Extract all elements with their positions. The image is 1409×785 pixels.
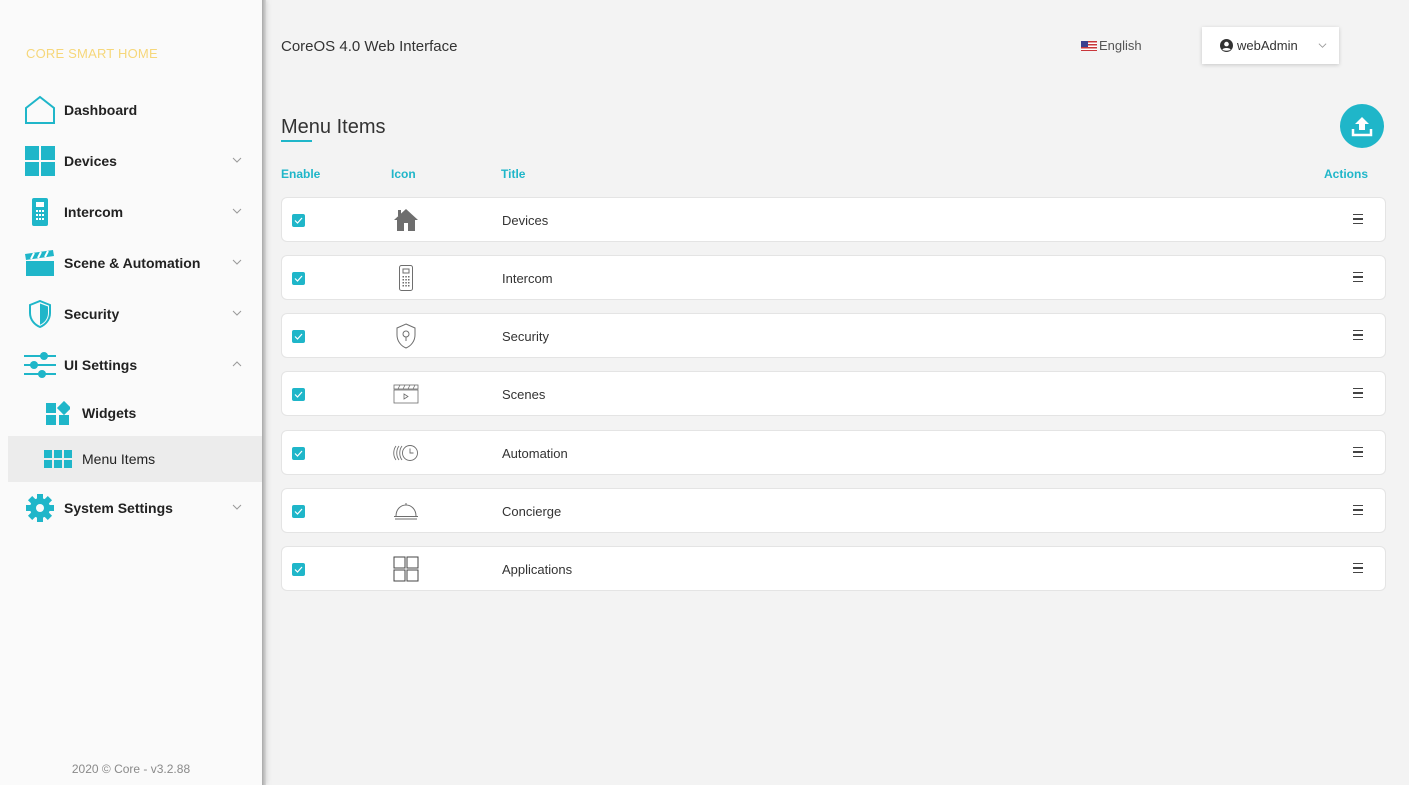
- chevron-up-icon: [232, 361, 242, 367]
- sidebar-item-scene-automation[interactable]: Scene & Automation: [8, 237, 262, 288]
- table-row[interactable]: Scenes: [281, 371, 1386, 416]
- chevron-down-icon: [232, 504, 242, 510]
- table-row[interactable]: Applications: [281, 546, 1386, 591]
- table-row[interactable]: Automation: [281, 430, 1386, 475]
- footer-version: 2020 © Core - v3.2.88: [71, 762, 191, 776]
- grid-icon: [390, 553, 422, 585]
- sidebar-item-label: Intercom: [64, 203, 124, 220]
- intercom-icon: [390, 262, 422, 294]
- drag-handle-icon[interactable]: [1353, 327, 1367, 343]
- sidebar-item-label: Widgets: [82, 405, 137, 421]
- enable-checkbox[interactable]: [292, 447, 305, 460]
- sidebar-item-devices[interactable]: Devices: [8, 135, 262, 186]
- app-title: CoreOS 4.0 Web Interface: [281, 38, 458, 55]
- row-title: Scenes: [502, 387, 546, 402]
- clock-icon: [390, 437, 422, 469]
- table-row[interactable]: Concierge: [281, 488, 1386, 533]
- chevron-down-icon: [232, 259, 242, 265]
- sidebar-item-ui-settings[interactable]: UI Settings: [8, 339, 262, 390]
- clapperboard-icon: [390, 378, 422, 410]
- sidebar-item-security[interactable]: Security: [8, 288, 262, 339]
- sidebar-item-label: Security: [64, 305, 120, 322]
- upload-icon: [1351, 117, 1373, 137]
- row-title: Intercom: [502, 271, 553, 286]
- user-name: webAdmin: [1237, 38, 1298, 53]
- row-title: Automation: [502, 446, 568, 461]
- chevron-down-icon: [1318, 43, 1327, 48]
- enable-checkbox[interactable]: [292, 330, 305, 343]
- column-header-icon: Icon: [391, 167, 416, 181]
- drag-handle-icon[interactable]: [1353, 502, 1367, 518]
- shield-icon: [24, 298, 56, 330]
- column-header-enable: Enable: [281, 167, 321, 181]
- column-header-title: Title: [501, 167, 526, 181]
- sidebar-divider: [262, 0, 266, 785]
- enable-checkbox[interactable]: [292, 388, 305, 401]
- column-header-actions: Actions: [1324, 167, 1369, 181]
- shield-icon: [390, 320, 422, 352]
- sidebar-item-label: Scene & Automation: [64, 254, 201, 271]
- menu-grid-icon: [44, 445, 72, 473]
- grid-icon: [24, 145, 56, 177]
- home-icon: [24, 94, 56, 126]
- sidebar-item-dashboard[interactable]: Dashboard: [8, 84, 262, 135]
- row-title: Concierge: [502, 504, 562, 519]
- sidebar-item-system-settings[interactable]: System Settings: [8, 482, 262, 533]
- language-label: English: [1099, 38, 1142, 53]
- home-icon: [390, 204, 422, 236]
- table-row[interactable]: Intercom: [281, 255, 1386, 300]
- sidebar-item-label: Devices: [64, 152, 117, 169]
- service-bell-icon: [390, 495, 422, 527]
- chevron-down-icon: [232, 208, 242, 214]
- drag-handle-icon[interactable]: [1353, 444, 1367, 460]
- drag-handle-icon[interactable]: [1353, 211, 1367, 227]
- chevron-down-icon: [232, 310, 242, 316]
- drag-handle-icon[interactable]: [1353, 560, 1367, 576]
- us-flag-icon: [1081, 40, 1097, 51]
- row-title: Devices: [502, 213, 549, 228]
- sidebar-item-label: UI Settings: [64, 356, 138, 373]
- sidebar-item-label: System Settings: [64, 499, 173, 516]
- widgets-icon: [44, 399, 72, 427]
- title-underline: [281, 140, 312, 142]
- sidebar-nav: Dashboard Devices Intercom Scene & Autom…: [8, 84, 262, 533]
- sidebar: CORE SMART HOME Dashboard Devices Interc…: [0, 0, 262, 785]
- brand-logo: CORE SMART HOME: [26, 46, 158, 61]
- page-title: Menu Items: [281, 116, 386, 138]
- enable-checkbox[interactable]: [292, 505, 305, 518]
- row-title: Security: [502, 329, 549, 344]
- table-row[interactable]: Security: [281, 313, 1386, 358]
- intercom-icon: [24, 196, 56, 228]
- sliders-icon: [24, 349, 56, 381]
- upload-button[interactable]: [1340, 104, 1384, 148]
- user-menu[interactable]: webAdmin: [1202, 27, 1339, 64]
- sidebar-item-intercom[interactable]: Intercom: [8, 186, 262, 237]
- sidebar-item-label: Dashboard: [64, 101, 138, 118]
- drag-handle-icon[interactable]: [1353, 385, 1367, 401]
- language-selector[interactable]: English: [1081, 38, 1142, 53]
- chevron-down-icon: [232, 157, 242, 163]
- enable-checkbox[interactable]: [292, 563, 305, 576]
- sidebar-item-menu-items[interactable]: Menu Items: [8, 436, 262, 482]
- user-icon: [1220, 39, 1233, 52]
- clapperboard-icon: [24, 247, 56, 279]
- enable-checkbox[interactable]: [292, 214, 305, 227]
- sidebar-item-widgets[interactable]: Widgets: [8, 390, 262, 436]
- drag-handle-icon[interactable]: [1353, 269, 1367, 285]
- gear-icon: [24, 492, 56, 524]
- enable-checkbox[interactable]: [292, 272, 305, 285]
- sidebar-item-label: Menu Items: [82, 451, 156, 467]
- row-title: Applications: [502, 562, 573, 577]
- table-row[interactable]: Devices: [281, 197, 1386, 242]
